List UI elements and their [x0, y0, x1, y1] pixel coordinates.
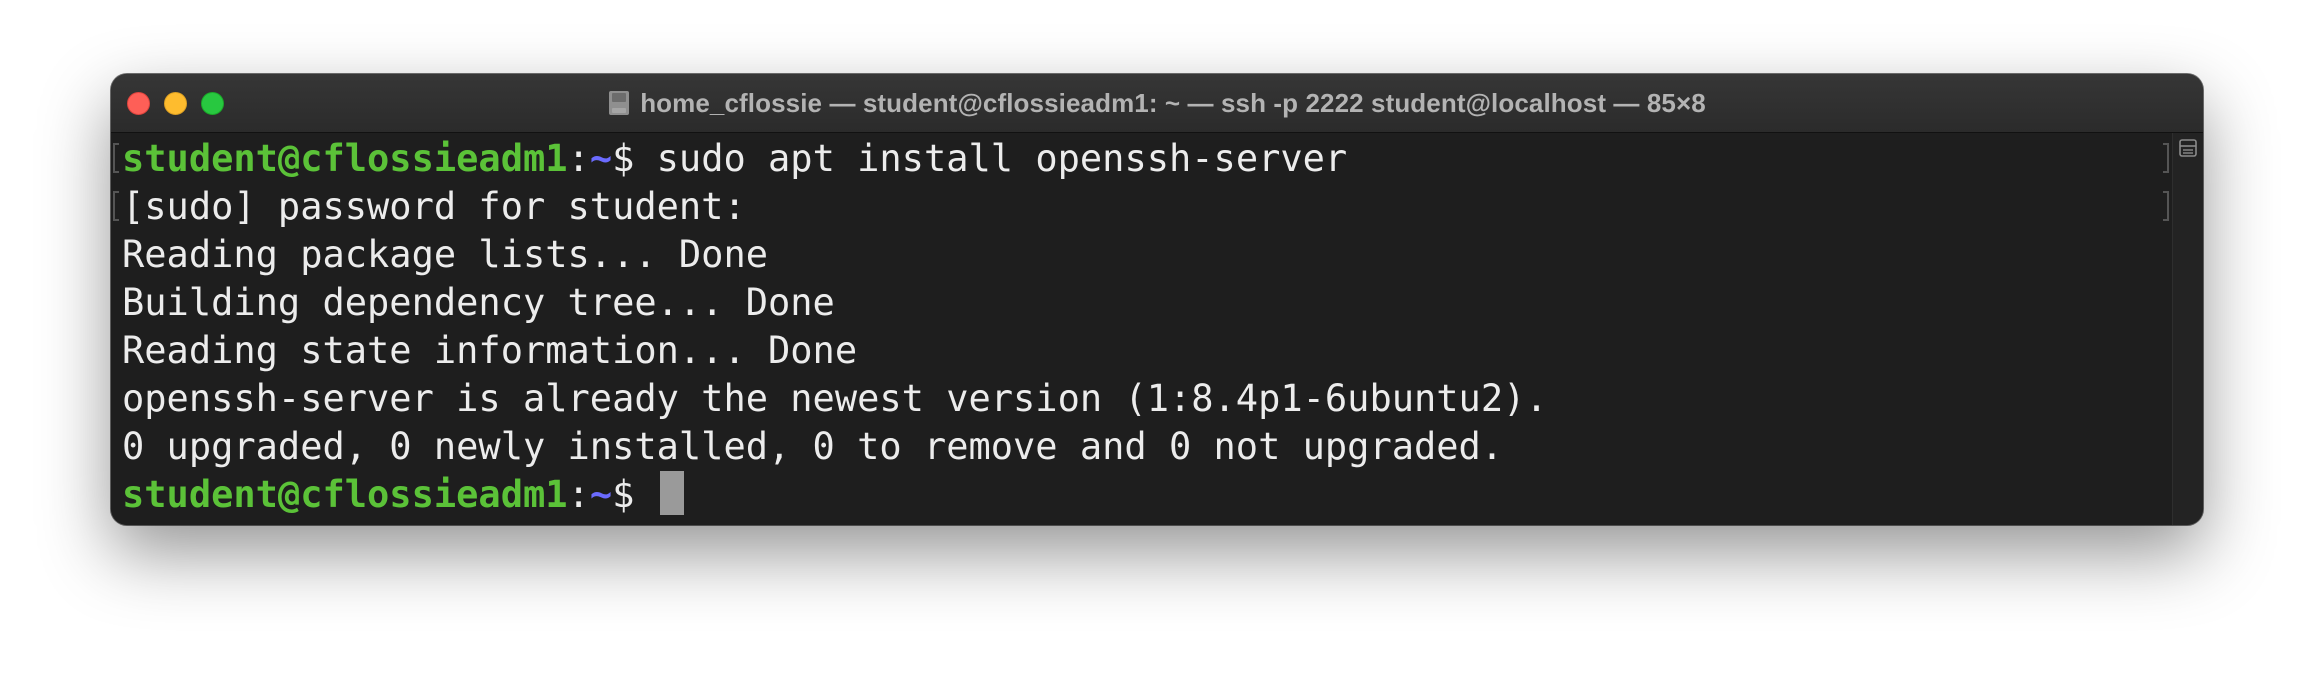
window-title-container: home_cflossie — student@cflossieadm1: ~ … — [111, 74, 2203, 132]
active-prompt-line: student@cflossieadm1:~$ — [122, 471, 684, 519]
output-line: Building dependency tree... Done — [122, 281, 835, 324]
title-bar[interactable]: home_cflossie — student@cflossieadm1: ~ … — [111, 74, 2203, 133]
terminal-window: home_cflossie — student@cflossieadm1: ~ … — [111, 74, 2203, 525]
terminal-output[interactable]: student@cflossieadm1:~$ sudo apt install… — [111, 133, 2173, 525]
prompt-symbol: $ — [612, 137, 635, 180]
command-text: sudo apt install openssh-server — [634, 137, 1348, 180]
output-line: [sudo] password for student: — [122, 185, 746, 228]
window-title: home_cflossie — student@cflossieadm1: ~ … — [640, 87, 1706, 118]
prompt-user-host: student@cflossieadm1 — [122, 137, 568, 180]
command-line: student@cflossieadm1:~$ sudo apt install… — [122, 135, 1347, 183]
output-line: Reading package lists... Done — [122, 233, 769, 276]
disk-icon — [608, 90, 630, 116]
text-cursor — [659, 471, 684, 515]
line-mark-left — [113, 191, 119, 221]
prompt-separator: : — [567, 473, 590, 516]
line-mark-left — [113, 143, 119, 173]
prompt-path: ~ — [589, 473, 613, 516]
output-line: openssh-server is already the newest ver… — [122, 377, 1548, 420]
output-line: 0 upgraded, 0 newly installed, 0 to remo… — [122, 425, 1504, 468]
prompt-separator: : — [567, 137, 590, 180]
line-mark-right — [2163, 143, 2169, 173]
split-pane-icon[interactable] — [2179, 139, 2197, 157]
prompt-symbol: $ — [612, 473, 635, 516]
output-line: Reading state information... Done — [122, 329, 858, 372]
cursor-spacer — [634, 473, 656, 516]
prompt-user-host: student@cflossieadm1 — [122, 473, 568, 516]
line-mark-right — [2163, 191, 2169, 221]
scrollbar[interactable] — [2172, 133, 2203, 525]
prompt-path: ~ — [589, 137, 613, 180]
